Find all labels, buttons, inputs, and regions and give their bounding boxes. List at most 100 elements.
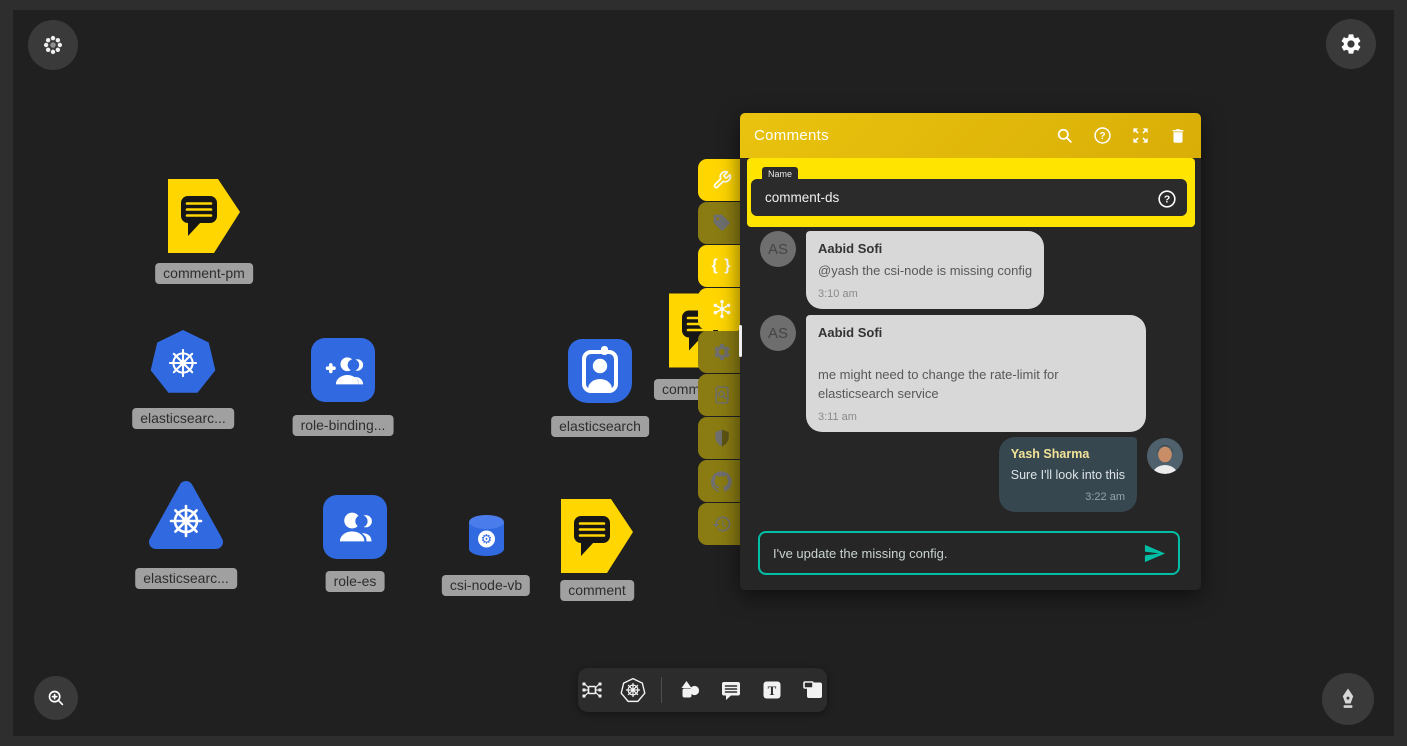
fullscreen-button[interactable] bbox=[1131, 126, 1150, 145]
shapes-icon bbox=[678, 678, 702, 702]
help-icon: ? bbox=[1157, 189, 1177, 209]
pen-tool-button[interactable] bbox=[1322, 673, 1374, 725]
meshery-hub-button[interactable] bbox=[698, 288, 745, 330]
app-window: comment-pm elasticsearc... bbox=[0, 0, 1407, 746]
help-icon: ? bbox=[1093, 126, 1112, 145]
message-spacer bbox=[818, 345, 1134, 365]
settings-panel-button[interactable] bbox=[698, 331, 745, 373]
node-comment[interactable] bbox=[561, 499, 633, 573]
node-label: comment-pm bbox=[155, 263, 253, 284]
message-time: 3:22 am bbox=[1011, 491, 1125, 503]
schema-tool-button[interactable] bbox=[579, 677, 605, 703]
node-elasticsearch-sa[interactable] bbox=[568, 339, 632, 403]
message-text: Sure I'll look into this bbox=[1011, 466, 1125, 485]
node-label: role-es bbox=[326, 571, 385, 592]
message-text: @yash the csi-node is missing config bbox=[818, 261, 1032, 280]
shield-icon bbox=[712, 428, 732, 448]
note-icon bbox=[801, 678, 825, 702]
text-icon: T bbox=[760, 678, 784, 702]
side-toolbar: { } bbox=[698, 159, 745, 546]
message-time: 3:11 am bbox=[818, 411, 1134, 423]
comment-icon bbox=[719, 678, 743, 702]
panel-actions: ? bbox=[1055, 126, 1187, 145]
hub-snowflake-icon bbox=[711, 298, 733, 320]
history-button[interactable] bbox=[698, 503, 745, 545]
gear-icon bbox=[1339, 32, 1363, 56]
name-input[interactable] bbox=[751, 179, 1187, 216]
schema-icon bbox=[580, 678, 604, 702]
node-comment-pm[interactable] bbox=[168, 179, 240, 253]
wrench-icon bbox=[712, 170, 732, 190]
tag-icon bbox=[712, 213, 732, 233]
message-bubble: Yash Sharma Sure I'll look into this 3:2… bbox=[999, 437, 1137, 512]
node-role-binding[interactable] bbox=[311, 338, 375, 402]
storage-cylinder-icon: ⚙ bbox=[468, 514, 505, 558]
meshery-flower-icon bbox=[42, 34, 64, 56]
search-button[interactable] bbox=[1055, 126, 1074, 145]
node-label: comment bbox=[560, 580, 634, 601]
kubernetes-wheel-icon bbox=[161, 341, 205, 385]
gear-icon bbox=[712, 342, 732, 362]
message-author: Aabid Sofi bbox=[818, 325, 1134, 340]
user-photo bbox=[1147, 438, 1183, 474]
comments-panel-header[interactable]: Comments ? bbox=[740, 113, 1201, 158]
node-elasticsearch-k8s[interactable] bbox=[150, 330, 216, 396]
node-label: elasticsearc... bbox=[135, 568, 237, 589]
svg-text:⚙: ⚙ bbox=[481, 533, 493, 548]
trash-icon bbox=[1169, 127, 1187, 145]
search-icon bbox=[1055, 126, 1074, 145]
node-label: elasticsearch bbox=[551, 416, 649, 437]
avatar-photo bbox=[1147, 438, 1183, 474]
kubernetes-tool-button[interactable] bbox=[620, 677, 646, 703]
message-bubble: Aabid Sofi me might need to change the r… bbox=[806, 315, 1146, 432]
node-csi-node-vb[interactable]: ⚙ bbox=[468, 514, 505, 558]
service-account-badge-icon bbox=[568, 339, 632, 403]
composer bbox=[758, 531, 1180, 575]
tools-button[interactable] bbox=[698, 159, 745, 201]
app-logo-button[interactable] bbox=[28, 20, 78, 70]
text-tool-button[interactable]: T bbox=[759, 677, 785, 703]
help-button[interactable]: ? bbox=[1093, 126, 1112, 145]
pen-nib-icon bbox=[1336, 687, 1360, 711]
fullscreen-icon bbox=[1131, 126, 1150, 145]
document-search-icon bbox=[712, 385, 732, 405]
comment-flag-icon bbox=[168, 179, 240, 253]
node-elasticsearch-k8s-2[interactable] bbox=[148, 479, 224, 553]
svg-text:T: T bbox=[768, 683, 777, 698]
avatar-initials: AS bbox=[760, 315, 796, 351]
panel-scrollbar[interactable] bbox=[739, 325, 742, 357]
message-time: 3:10 am bbox=[818, 288, 1032, 300]
zoom-button[interactable] bbox=[34, 676, 78, 720]
settings-button[interactable] bbox=[1326, 19, 1376, 69]
person-add-icon bbox=[320, 347, 366, 393]
tags-button[interactable] bbox=[698, 202, 745, 244]
kubernetes-triangle-icon bbox=[148, 479, 224, 553]
avatar-initials: AS bbox=[760, 231, 796, 267]
message-text: me might need to change the rate-limit f… bbox=[818, 365, 1134, 403]
svg-text:?: ? bbox=[1099, 131, 1105, 142]
message-bubble: Aabid Sofi @yash the csi-node is missing… bbox=[806, 231, 1044, 309]
kubernetes-icon bbox=[620, 677, 646, 703]
comments-panel: Comments ? bbox=[740, 113, 1201, 590]
doc-search-button[interactable] bbox=[698, 374, 745, 416]
note-tool-button[interactable] bbox=[800, 677, 826, 703]
send-button[interactable] bbox=[1143, 542, 1178, 565]
comment-flag-icon bbox=[561, 499, 633, 573]
node-label: role-binding... bbox=[293, 415, 394, 436]
message-author: Aabid Sofi bbox=[818, 241, 1032, 256]
shape-toolbar: T bbox=[578, 668, 827, 712]
shapes-tool-button[interactable] bbox=[677, 677, 703, 703]
code-braces-button[interactable]: { } bbox=[698, 245, 745, 287]
comment-tool-button[interactable] bbox=[718, 677, 744, 703]
panel-title: Comments bbox=[754, 127, 829, 144]
node-role-es[interactable] bbox=[323, 495, 387, 559]
node-label: csi-node-vb bbox=[442, 575, 530, 596]
people-icon bbox=[332, 504, 378, 550]
delete-button[interactable] bbox=[1169, 127, 1187, 145]
composer-input[interactable] bbox=[760, 546, 1143, 561]
message-author: Yash Sharma bbox=[1011, 447, 1125, 461]
security-button[interactable] bbox=[698, 417, 745, 459]
name-help-button[interactable]: ? bbox=[1157, 189, 1177, 214]
braces-icon: { } bbox=[712, 257, 732, 275]
github-button[interactable] bbox=[698, 460, 745, 502]
